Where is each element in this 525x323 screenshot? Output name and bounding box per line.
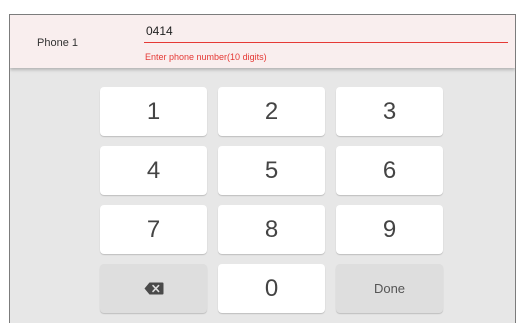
key-2[interactable]: 2 (218, 87, 325, 136)
key-1[interactable]: 1 (100, 87, 207, 136)
phone-field-area: Phone 1 Enter phone number(10 digits) (10, 15, 515, 68)
key-9[interactable]: 9 (336, 205, 443, 254)
key-8[interactable]: 8 (218, 205, 325, 254)
key-4[interactable]: 4 (100, 146, 207, 195)
key-7[interactable]: 7 (100, 205, 207, 254)
phone-number-input[interactable] (144, 19, 508, 43)
key-5[interactable]: 5 (218, 146, 325, 195)
key-0[interactable]: 0 (218, 264, 325, 313)
phone-keypad-dialog: Phone 1 Enter phone number(10 digits) 1 … (9, 14, 516, 323)
phone-field-error: Enter phone number(10 digits) (145, 52, 267, 62)
key-3[interactable]: 3 (336, 87, 443, 136)
key-6[interactable]: 6 (336, 146, 443, 195)
backspace-icon (144, 282, 163, 295)
backspace-button[interactable] (100, 264, 207, 313)
phone-field-label: Phone 1 (37, 37, 78, 49)
done-button[interactable]: Done (336, 264, 443, 313)
